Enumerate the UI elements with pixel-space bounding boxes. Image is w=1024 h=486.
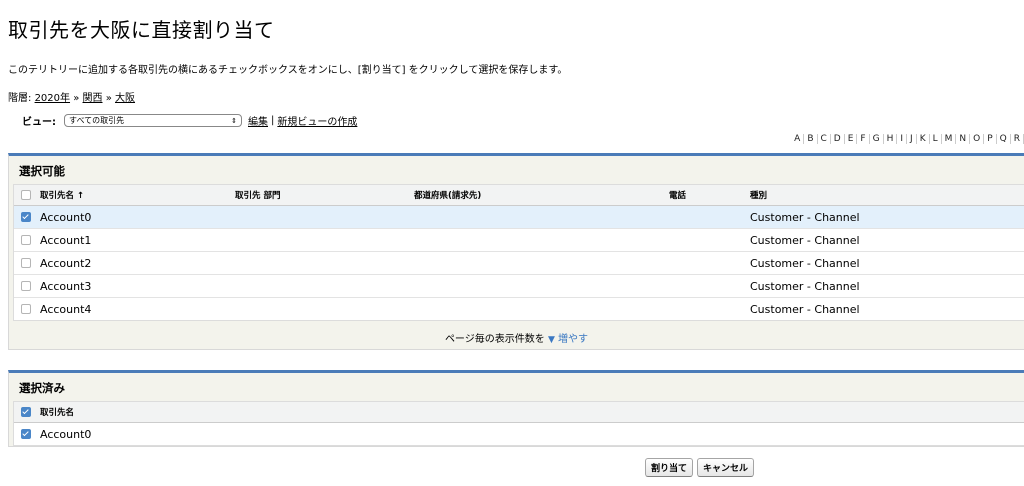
selected-panel-title: 選択済み [19,381,65,395]
account-name-cell: Account1 [40,233,92,247]
account-name-cell: Account0 [40,210,92,224]
alpha-filter-e[interactable]: E [845,134,858,144]
alpha-filter-n[interactable]: N [956,134,971,144]
col-header-type[interactable]: 種別 [750,189,767,201]
row-checkbox[interactable] [21,304,31,314]
col-header-phone[interactable]: 電話 [669,189,686,201]
view-bar: ビュー: すべての取引先 ⇕ 編集 | 新規ビューの作成 [22,113,357,128]
table-row[interactable]: Account3 Customer - Channel [14,275,1024,298]
new-view-link[interactable]: 新規ビューの作成 [277,113,357,128]
row-checkbox[interactable] [21,258,31,268]
col-header-account-name[interactable]: 取引先名 [40,406,74,418]
available-panel: 選択可能 取引先名 ↑ 取引先 部門 都道府県(請求先) 電話 種別 Accou… [8,153,1024,350]
alpha-filter-j[interactable]: J [907,134,917,144]
view-select[interactable]: すべての取引先 ⇕ [64,114,242,127]
alpha-filter-m[interactable]: M [942,134,957,144]
table-row[interactable]: Account1 Customer - Channel [14,229,1024,252]
selected-panel: 選択済み 取引先名 Account0 [8,370,1024,447]
account-type-cell: Customer - Channel [750,279,860,293]
table-row[interactable]: Account2 Customer - Channel [14,252,1024,275]
table-row[interactable]: Account0 Customer - Channel [14,206,1024,229]
alpha-filter-b[interactable]: B [804,134,818,144]
account-type-cell: Customer - Channel [750,210,860,224]
breadcrumb-item-2020[interactable]: 2020年 [35,93,70,104]
account-name-cell: Account4 [40,302,92,316]
alpha-filter-g[interactable]: G [870,134,884,144]
alpha-filter-k[interactable]: K [917,134,930,144]
selected-table: 取引先名 Account0 [13,401,1024,446]
instructions: このテリトリーに追加する各取引先の横にあるチェックボックスをオンにし、[割り当て… [8,65,568,76]
view-divider: | [271,115,275,126]
alpha-filter-d[interactable]: D [831,134,845,144]
breadcrumb-item-osaka[interactable]: 大阪 [115,93,135,104]
row-checkbox[interactable] [21,212,31,222]
alpha-filter-c[interactable]: C [818,134,831,144]
edit-view-link[interactable]: 編集 [248,113,268,128]
alpha-filter-i[interactable]: I [897,134,908,144]
col-header-billing-state[interactable]: 都道府県(請求先) [414,189,481,201]
account-name-cell: Account2 [40,256,92,270]
row-checkbox[interactable] [21,281,31,291]
pagination-control: ページ毎の表示件数を ▼ 増やす [9,330,1024,345]
selected-table-header: 取引先名 [14,402,1024,423]
alpha-filter-o[interactable]: O [970,134,985,144]
table-row[interactable]: Account4 Customer - Channel [14,298,1024,320]
select-all-checkbox[interactable] [21,407,31,417]
cancel-button[interactable]: キャンセル [697,458,755,477]
breadcrumb-separator: » [73,93,80,104]
breadcrumb-item-kansai[interactable]: 関西 [83,93,103,104]
action-buttons: 割り当て キャンセル [645,458,755,477]
available-table-header: 取引先名 ↑ 取引先 部門 都道府県(請求先) 電話 種別 [14,185,1024,206]
show-more-link[interactable]: 増やす [558,334,588,345]
triangle-down-icon[interactable]: ▼ [548,335,555,345]
available-panel-title: 選択可能 [19,164,65,178]
table-row[interactable]: Account0 [14,423,1024,445]
view-select-value: すべての取引先 [69,116,125,125]
col-header-account-name[interactable]: 取引先名 ↑ [40,189,84,201]
alpha-filter-a[interactable]: A [791,134,805,144]
assign-button[interactable]: 割り当て [645,458,694,477]
alpha-filter-q[interactable]: Q [997,134,1011,144]
alpha-filter-h[interactable]: H [884,134,898,144]
breadcrumb: 階層: 2020年 » 関西 » 大阪 [8,89,135,104]
select-arrows-icon: ⇕ [231,116,237,125]
account-name-cell: Account3 [40,279,92,293]
view-label: ビュー: [22,117,56,128]
alpha-filter-f[interactable]: F [857,134,870,144]
alpha-filter-r[interactable]: R [1011,134,1024,144]
row-checkbox[interactable] [21,429,31,439]
col-header-division[interactable]: 取引先 部門 [235,189,280,201]
account-type-cell: Customer - Channel [750,302,860,316]
row-checkbox[interactable] [21,235,31,245]
breadcrumb-label: 階層: [8,93,32,104]
select-all-checkbox[interactable] [21,190,31,200]
breadcrumb-separator: » [105,93,112,104]
account-type-cell: Customer - Channel [750,233,860,247]
account-name-cell: Account0 [40,427,92,441]
alpha-filter: A B C D E F G H I J K L M N O P Q R [791,134,1024,144]
alpha-filter-l[interactable]: L [930,134,942,144]
alpha-filter-p[interactable]: P [984,134,997,144]
page-title: 取引先を大阪に直接割り当て [8,18,275,42]
account-type-cell: Customer - Channel [750,256,860,270]
pager-text: ページ毎の表示件数を [444,334,545,345]
available-table: 取引先名 ↑ 取引先 部門 都道府県(請求先) 電話 種別 Account0 C… [13,184,1024,321]
